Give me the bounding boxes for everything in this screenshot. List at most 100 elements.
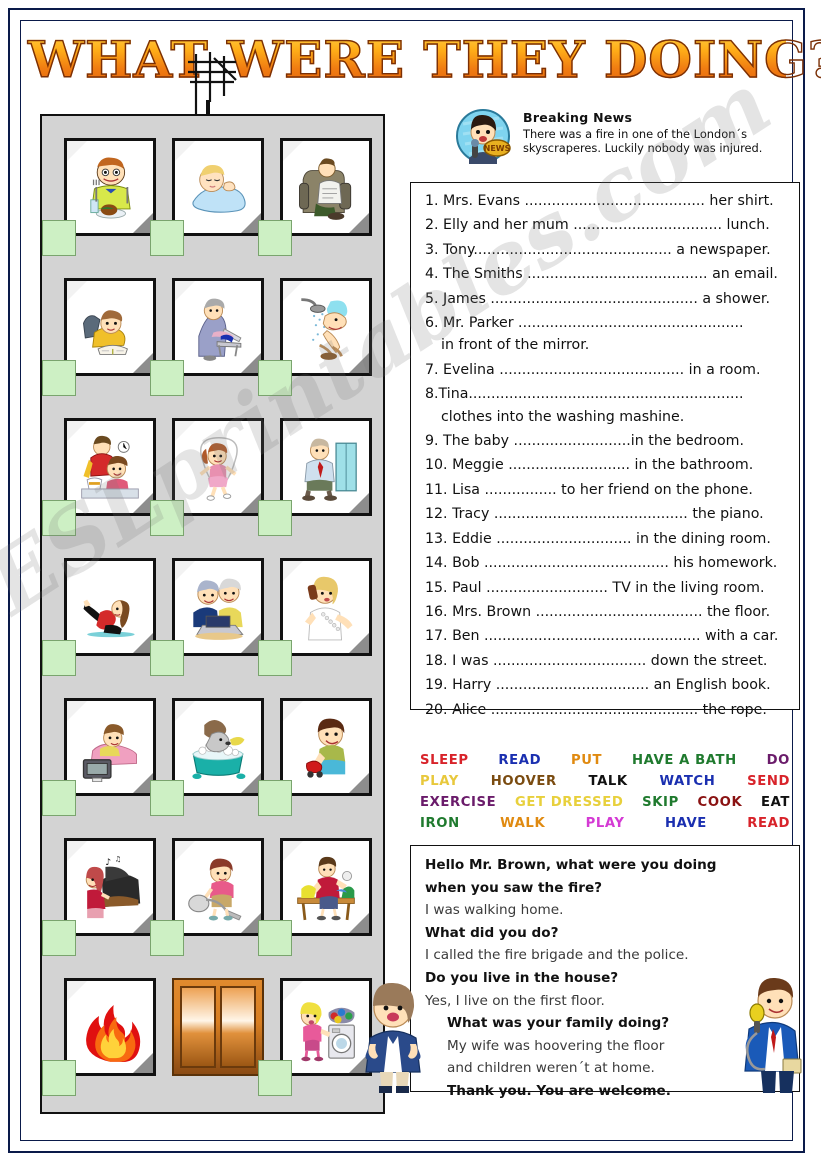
exercise-item[interactable]: 13. Eddie ..............................…: [425, 527, 787, 551]
answer-box[interactable]: [258, 1060, 292, 1096]
exercise-text: 2. Elly and her mum ....................…: [425, 217, 770, 234]
exercise-item[interactable]: 16. Mrs. Brown .........................…: [425, 600, 787, 624]
answer-box[interactable]: [258, 500, 292, 536]
word-bank-item[interactable]: READ: [747, 813, 790, 834]
exercise-text-continued: clothes into the washing mashine.: [441, 408, 685, 425]
word-bank: SLEEP READ PUT HAVE A BATH DO PLAY HOOVE…: [410, 748, 800, 838]
word-bank-item[interactable]: READ: [498, 750, 541, 771]
door-leaf-right[interactable]: [220, 986, 256, 1068]
answer-box[interactable]: [42, 1060, 76, 1096]
window-scene: [280, 838, 372, 936]
man-reading-newspaper-icon: [299, 158, 352, 220]
exercise-item[interactable]: 1. Mrs. Evans ..........................…: [425, 189, 787, 213]
word-bank-item[interactable]: TALK: [589, 771, 628, 792]
answer-box[interactable]: [150, 640, 184, 676]
exercise-item[interactable]: 19. Harry ..............................…: [425, 673, 787, 697]
answer-box[interactable]: [42, 500, 76, 536]
exercise-item[interactable]: 2. Elly and her mum ....................…: [425, 213, 787, 237]
exercise-text: 20. Alice ..............................…: [425, 701, 767, 718]
answer-box[interactable]: [42, 640, 76, 676]
exercise-item[interactable]: 12. Tracy ..............................…: [425, 502, 787, 526]
answer-box[interactable]: [150, 920, 184, 956]
window-scene: [64, 698, 156, 796]
window-scene: [64, 278, 156, 376]
word-bank-item[interactable]: EXERCISE: [420, 792, 496, 813]
word-bank-item[interactable]: DO: [767, 750, 790, 771]
woman-talking-on-phone-icon: [304, 576, 353, 641]
word-bank-item[interactable]: HAVE A BATH: [632, 750, 737, 771]
exercise-text: 13. Eddie ..............................…: [425, 530, 771, 547]
exercise-item[interactable]: 18. I was ..............................…: [425, 649, 787, 673]
answer-box[interactable]: [258, 220, 292, 256]
word-bank-item[interactable]: IRON: [420, 813, 460, 834]
word-bank-item[interactable]: GET DRESSED: [515, 792, 624, 813]
word-bank-item[interactable]: SLEEP: [420, 750, 469, 771]
building-entrance-doors[interactable]: [172, 978, 264, 1076]
elderly-couple-with-laptop-icon: [193, 578, 244, 640]
word-bank-row: PLAY HOOVER TALK WATCH SEND: [416, 771, 794, 792]
dialogue-line: I was walking home.: [425, 902, 564, 919]
girl-skipping-rope-icon: [199, 437, 238, 501]
exercise-item[interactable]: 11. Lisa ................ to her friend …: [425, 478, 787, 502]
exercise-item[interactable]: 3. Tony.................................…: [425, 238, 787, 262]
building-floor-6: ♪ ♫: [42, 838, 387, 978]
exercise-item[interactable]: 8.Tina..................................…: [425, 382, 787, 429]
exercise-item[interactable]: 9. The baby ..........................in…: [425, 429, 787, 453]
answer-box[interactable]: [150, 780, 184, 816]
exercise-item[interactable]: 20. Alice ..............................…: [425, 698, 787, 722]
exercise-item[interactable]: 4. The Smiths ..........................…: [425, 262, 787, 286]
window-scene: [172, 698, 264, 796]
exercise-item[interactable]: 5. James ...............................…: [425, 287, 787, 311]
answer-box[interactable]: [42, 220, 76, 256]
word-bank-item[interactable]: EAT: [761, 792, 790, 813]
exercise-text: 1. Mrs. Evans ..........................…: [425, 193, 774, 209]
answer-box[interactable]: [258, 640, 292, 676]
news-line-2: skyscraperes. Luckily nobody was injured…: [523, 141, 763, 155]
answer-box[interactable]: [258, 920, 292, 956]
reporter-with-microphone-icon: [744, 977, 802, 1093]
exercise-item[interactable]: 15. Paul ........................... TV …: [425, 576, 787, 600]
building-floor-ground: [42, 978, 387, 1118]
exercise-item[interactable]: 14. Bob ................................…: [425, 551, 787, 575]
word-bank-row: EXERCISE GET DRESSED SKIP COOK EAT: [416, 792, 794, 813]
answer-box[interactable]: [150, 500, 184, 536]
dialogue-line: I called the fire brigade and the police…: [425, 947, 689, 964]
answer-box[interactable]: [258, 360, 292, 396]
word-bank-item[interactable]: SKIP: [642, 792, 679, 813]
word-bank-item[interactable]: WATCH: [660, 771, 716, 792]
girl-reading-book-icon: [83, 310, 128, 355]
exercise-item[interactable]: 10. Meggie ........................... i…: [425, 453, 787, 477]
answer-box[interactable]: [258, 780, 292, 816]
window-scene: [64, 138, 156, 236]
word-bank-item[interactable]: PUT: [571, 750, 602, 771]
mother-and-girl-cooking-icon: [81, 435, 139, 499]
door-leaf-left[interactable]: [180, 986, 216, 1068]
exercise-item[interactable]: 6. Mr. Parker ..........................…: [425, 311, 787, 358]
exercise-text: 9. The baby ..........................in…: [425, 433, 744, 450]
word-bank-item[interactable]: HAVE: [665, 813, 707, 834]
word-bank-item[interactable]: WALK: [500, 813, 545, 834]
word-bank-item[interactable]: PLAY: [420, 771, 459, 792]
window-scene: [172, 838, 264, 936]
exercise-text: 19. Harry ..............................…: [425, 677, 771, 694]
window-scene: [280, 278, 372, 376]
answer-box[interactable]: [150, 220, 184, 256]
exercise-item[interactable]: 7. Evelina .............................…: [425, 358, 787, 382]
answer-box[interactable]: [42, 360, 76, 396]
answer-box[interactable]: [42, 780, 76, 816]
word-bank-row: IRON WALK PLAY HAVE READ: [416, 813, 794, 834]
word-bank-item[interactable]: COOK: [698, 792, 743, 813]
word-bank-row: SLEEP READ PUT HAVE A BATH DO: [416, 750, 794, 771]
word-bank-item[interactable]: PLAY: [586, 813, 625, 834]
word-bank-item[interactable]: HOOVER: [491, 771, 557, 792]
exercise-text: 10. Meggie ........................... i…: [425, 457, 754, 474]
window-scene: [172, 138, 264, 236]
building-floor-3: [42, 418, 387, 558]
answer-box[interactable]: [42, 920, 76, 956]
exercise-item[interactable]: 17. Ben ................................…: [425, 624, 787, 648]
svg-text:♫: ♫: [115, 854, 122, 863]
window-scene: [172, 278, 264, 376]
word-bank-item[interactable]: SEND: [747, 771, 790, 792]
boy-eating-meal-icon: [90, 157, 131, 219]
answer-box[interactable]: [150, 360, 184, 396]
